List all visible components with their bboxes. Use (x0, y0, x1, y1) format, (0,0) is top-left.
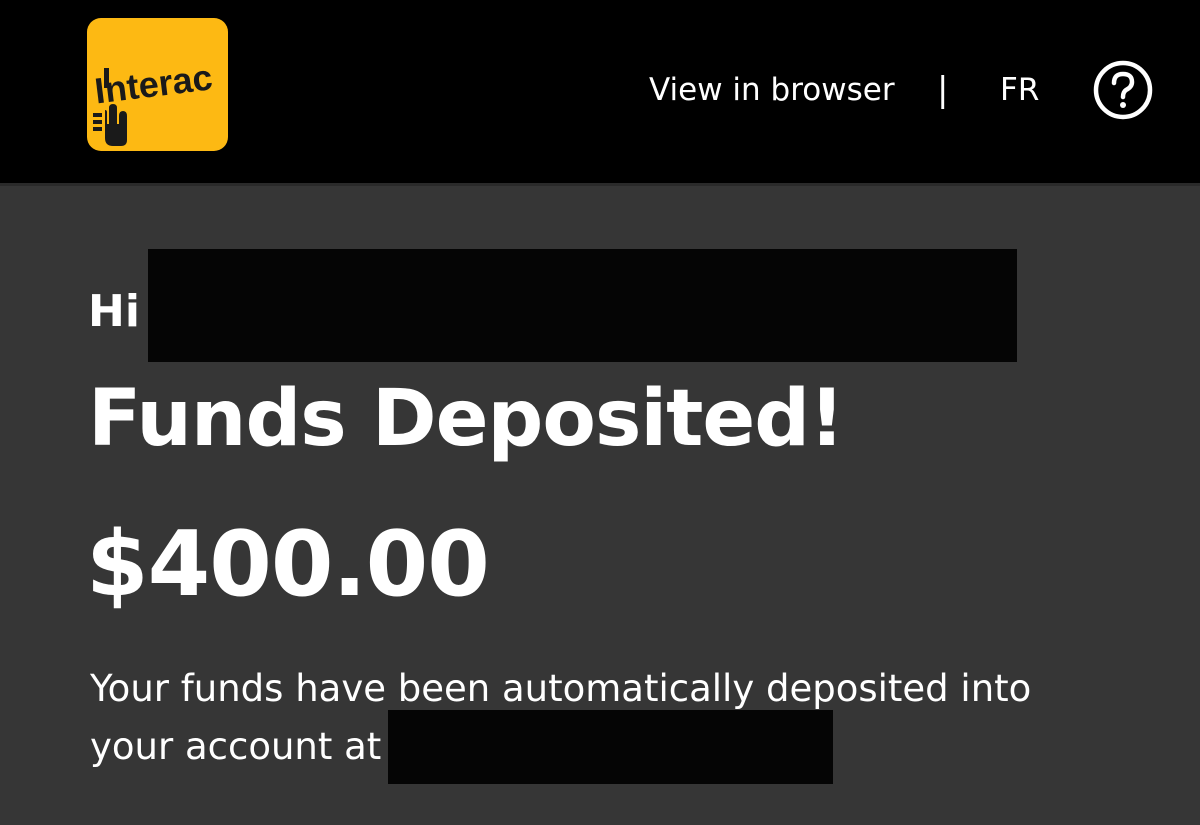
interac-logo[interactable]: Interac (87, 18, 228, 151)
greeting-text: Hi (88, 286, 140, 337)
email-header: Interac View in browser | FR (0, 0, 1200, 183)
logo-wordmark: Interac (92, 56, 214, 111)
header-divider (0, 183, 1200, 186)
view-in-browser-link[interactable]: View in browser (649, 60, 899, 120)
deposit-amount: $400.00 (86, 512, 490, 617)
page-title: Funds Deposited! (88, 374, 845, 464)
question-circle-icon (1093, 60, 1153, 120)
redacted-recipient-name (148, 249, 1017, 362)
redacted-bank-name (388, 710, 833, 784)
language-toggle-link[interactable]: FR (1000, 60, 1044, 120)
help-button[interactable] (1093, 60, 1153, 120)
email-page: Interac View in browser | FR Hi Funds De… (0, 0, 1200, 825)
interac-hand-icon: Interac (92, 56, 215, 146)
nav-separator: | (937, 70, 949, 110)
